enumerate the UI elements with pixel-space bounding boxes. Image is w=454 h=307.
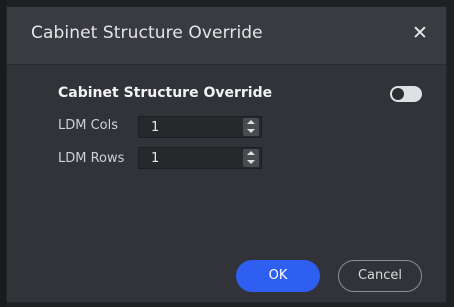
ldm-cols-decrement-icon[interactable] (243, 127, 259, 136)
ldm-cols-input[interactable] (139, 117, 239, 137)
toggle-knob (392, 88, 404, 100)
dialog-title: Cabinet Structure Override (31, 23, 263, 43)
ok-button[interactable]: OK (236, 260, 320, 292)
override-toggle[interactable] (390, 86, 422, 102)
ldm-cols-increment-icon[interactable] (243, 118, 259, 127)
ldm-rows-decrement-icon[interactable] (243, 158, 259, 167)
ldm-cols-spin (243, 118, 259, 136)
ldm-cols-stepper (138, 116, 262, 138)
ldm-rows-input[interactable] (139, 148, 239, 168)
cancel-button[interactable]: Cancel (338, 260, 422, 292)
close-icon: ✕ (412, 22, 428, 44)
ldm-cols-label: LDM Cols (58, 118, 119, 133)
section-title: Cabinet Structure Override (58, 85, 273, 101)
ldm-rows-increment-icon[interactable] (243, 149, 259, 158)
dialog-header: Cabinet Structure Override ✕ (7, 7, 446, 65)
ldm-rows-stepper (138, 147, 262, 169)
ldm-rows-spin (243, 149, 259, 167)
ldm-rows-label: LDM Rows (58, 151, 125, 166)
close-button[interactable]: ✕ (410, 23, 430, 43)
